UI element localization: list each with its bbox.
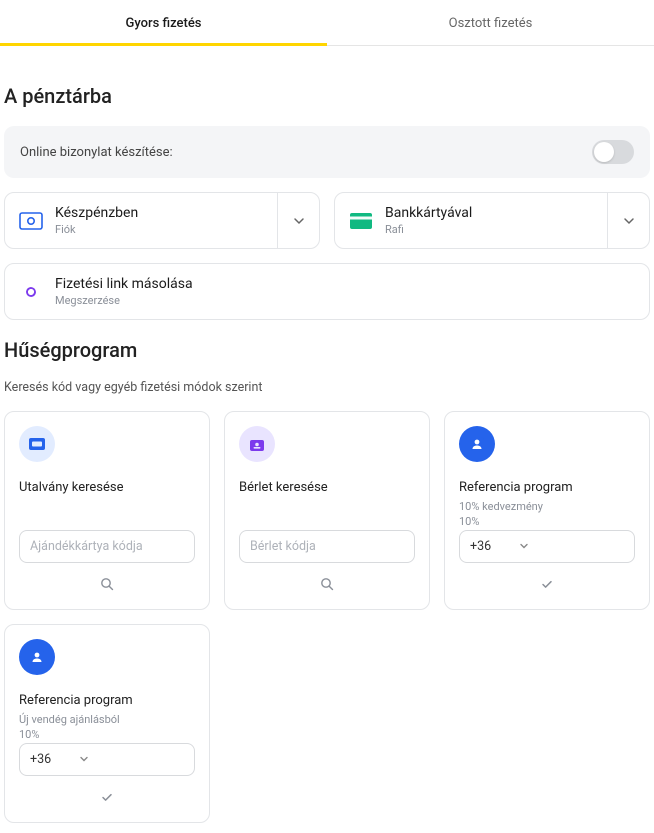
chevron-down-icon <box>519 541 529 551</box>
pay-card-expand[interactable] <box>607 193 649 248</box>
pay-cash-option[interactable]: Készpénzben Fiók <box>4 192 320 249</box>
dial-code: +36 <box>30 752 51 767</box>
loyalty-subheading: Keresés kód vagy egyéb fizetési módok sz… <box>4 380 650 395</box>
referral1-pct: 10% <box>459 514 635 529</box>
checkout-title: A pénztárba <box>4 84 650 108</box>
pass-code-input[interactable] <box>239 530 415 563</box>
tab-split-payment[interactable]: Osztott fizetés <box>327 0 654 45</box>
voucher-icon <box>19 426 55 462</box>
pass-search-button[interactable] <box>239 569 415 599</box>
pay-card-title: Bankkártyával <box>385 205 472 221</box>
referral-card-1: Referencia program 10% kedvezmény 10% +3… <box>444 411 650 610</box>
tab-label: Gyors fizetés <box>125 16 201 31</box>
online-receipt-toggle[interactable] <box>592 140 634 164</box>
online-receipt-row: Online bizonylat készítése: <box>4 126 650 178</box>
referral2-confirm-button[interactable] <box>19 782 195 812</box>
pay-link-sub: Megszerzése <box>55 294 193 307</box>
check-icon <box>540 577 554 591</box>
voucher-search-button[interactable] <box>19 569 195 599</box>
voucher-code-input[interactable] <box>19 530 195 563</box>
tab-quick-payment[interactable]: Gyors fizetés <box>0 0 327 45</box>
pay-cash-sub: Fiók <box>55 223 138 236</box>
dial-code: +36 <box>470 539 491 554</box>
pay-link-title: Fizetési link másolása <box>55 276 193 292</box>
pay-link-option[interactable]: Fizetési link másolása Megszerzése <box>4 263 650 320</box>
referral1-dial-select[interactable]: +36 <box>459 530 635 563</box>
loyalty-title: Hűségprogram <box>4 338 650 362</box>
referral-icon <box>459 426 495 462</box>
pay-cash-expand[interactable] <box>277 193 319 248</box>
search-icon <box>100 577 114 591</box>
pass-icon <box>239 426 275 462</box>
referral-card-2: Referencia program Új vendég ajánlásból … <box>4 624 210 823</box>
pass-title: Bérlet keresése <box>239 480 415 495</box>
credit-card-icon <box>349 209 373 233</box>
online-receipt-label: Online bizonylat készítése: <box>20 145 173 160</box>
pay-cash-title: Készpénzben <box>55 205 138 221</box>
referral2-title: Referencia program <box>19 693 195 708</box>
link-icon <box>19 280 43 304</box>
chevron-down-icon <box>293 215 305 227</box>
search-icon <box>320 577 334 591</box>
referral2-dial-select[interactable]: +36 <box>19 743 195 776</box>
referral1-confirm-button[interactable] <box>459 569 635 599</box>
pay-card-option[interactable]: Bankkártyával Rafi <box>334 192 650 249</box>
referral1-title: Referencia program <box>459 480 635 495</box>
voucher-card: Utalvány keresése <box>4 411 210 610</box>
referral2-pct: 10% <box>19 727 195 742</box>
pay-card-sub: Rafi <box>385 223 472 236</box>
loyalty-grid: Utalvány keresése Bérlet keresése <box>4 411 650 823</box>
chevron-down-icon <box>79 754 89 764</box>
referral2-sub: Új vendég ajánlásból <box>19 712 195 727</box>
cash-icon <box>19 209 43 233</box>
referral-icon <box>19 639 55 675</box>
chevron-down-icon <box>623 215 635 227</box>
tab-label: Osztott fizetés <box>449 16 533 31</box>
voucher-title: Utalvány keresése <box>19 480 195 495</box>
payment-methods: Készpénzben Fiók Bankkártyával Rafi <box>4 192 650 320</box>
pass-card: Bérlet keresése <box>224 411 430 610</box>
check-icon <box>100 790 114 804</box>
payment-tabs: Gyors fizetés Osztott fizetés <box>0 0 654 46</box>
referral1-sub: 10% kedvezmény <box>459 499 635 514</box>
